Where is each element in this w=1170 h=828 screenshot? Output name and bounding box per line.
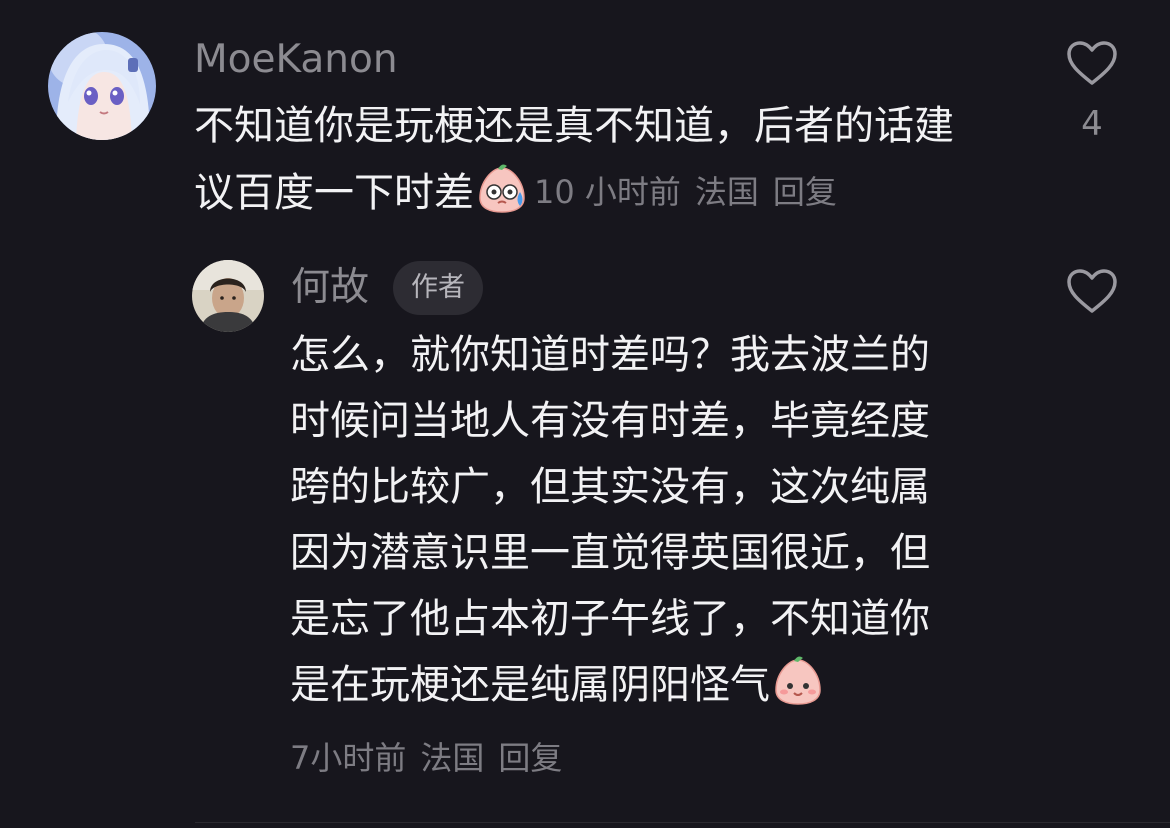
- reply-button[interactable]: 回复: [498, 739, 562, 777]
- comment-line: 因为潜意识里一直觉得英国很近，但: [290, 530, 930, 576]
- comment-location: 法国: [694, 173, 759, 211]
- comment-location: 法国: [420, 739, 485, 777]
- author-badge: 作者: [393, 261, 483, 315]
- hegu-avatar[interactable]: [192, 260, 264, 332]
- divider: [195, 822, 1170, 823]
- comment-line: 怎么，就你知道时差吗？我去波兰的: [290, 332, 930, 378]
- comment-meta: 10 小时前 法国 回复: [534, 173, 837, 211]
- heart-outline-icon: [1067, 41, 1117, 85]
- comment-body: 不知道你是玩梗还是真不知道，后者的话建 议百度一下时差 10 小时前 法国 回复: [194, 93, 954, 225]
- comment-line-text: 是在玩梗还是纯属阴阳怪气: [290, 662, 770, 708]
- comment-body: 怎么，就你知道时差吗？我去波兰的 时候问当地人有没有时差，毕竟经度 跨的比较广，…: [290, 322, 930, 718]
- sweat-smile-peach-emoji: [476, 162, 528, 214]
- like-count: 4: [1081, 104, 1103, 144]
- smile-peach-emoji: [772, 654, 824, 706]
- comment-line-text: 议百度一下时差: [194, 170, 474, 216]
- man-photo-avatar-image: [192, 260, 264, 332]
- like-button[interactable]: [1062, 268, 1122, 314]
- heart-outline-icon: [1067, 269, 1117, 313]
- comment-line-with-meta: 议百度一下时差 10 小时前 法国 回复: [194, 159, 954, 225]
- comment-meta: 7小时前 法国 回复: [290, 733, 562, 779]
- comment-username[interactable]: 何故: [291, 266, 369, 310]
- comment-time: 10 小时前: [534, 173, 681, 211]
- comment-time: 7小时前: [290, 739, 407, 777]
- comment-line-with-emoji: 是在玩梗还是纯属阴阳怪气: [290, 652, 930, 718]
- comment-line: 时候问当地人有没有时差，毕竟经度: [290, 398, 930, 444]
- comment-line: 是忘了他占本初子午线了，不知道你: [290, 596, 930, 642]
- anime-girl-avatar-image: [48, 32, 156, 140]
- like-button[interactable]: 4: [1062, 40, 1122, 144]
- comment-line: 不知道你是玩梗还是真不知道，后者的话建: [194, 103, 954, 149]
- comment-line: 跨的比较广，但其实没有，这次纯属: [290, 464, 930, 510]
- comment-thread: MoeKanon 不知道你是玩梗还是真不知道，后者的话建 议百度一下时差 10 …: [0, 0, 1170, 828]
- reply-button[interactable]: 回复: [773, 173, 837, 211]
- moekanon-avatar[interactable]: [48, 32, 156, 140]
- comment-username[interactable]: MoeKanon: [194, 38, 398, 82]
